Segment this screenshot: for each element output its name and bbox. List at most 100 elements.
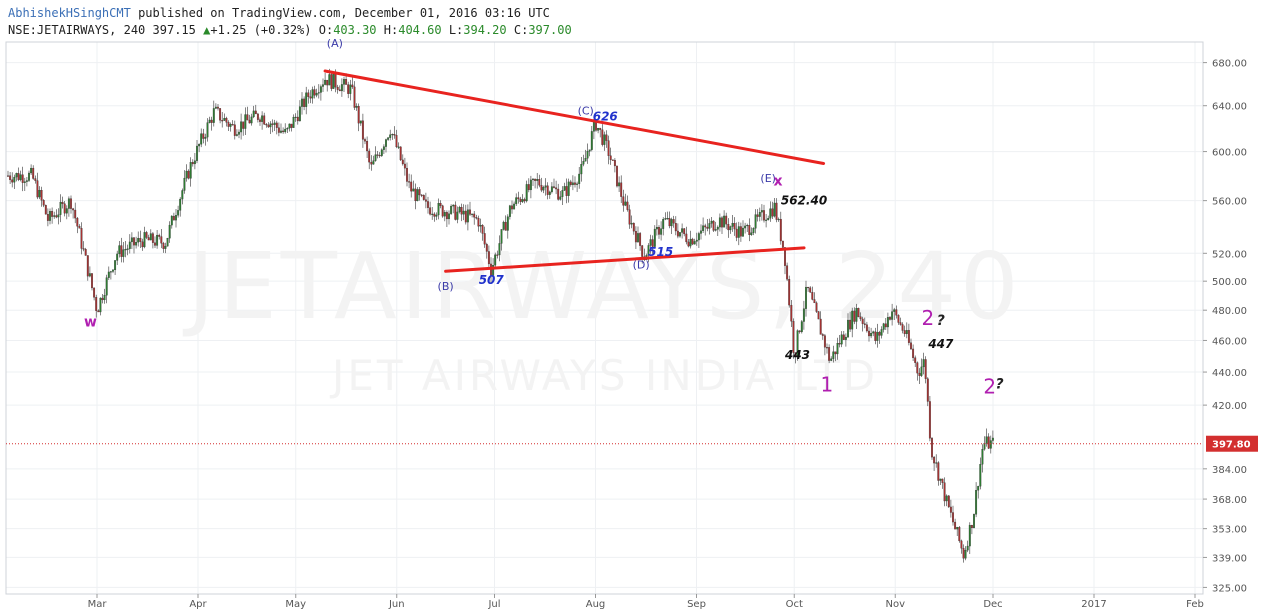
candle-body[interactable] — [172, 215, 175, 221]
candle-body[interactable] — [298, 106, 301, 122]
candle-body[interactable] — [683, 228, 686, 235]
candle-body[interactable] — [317, 92, 320, 94]
candle-body[interactable] — [641, 245, 644, 257]
candle-body[interactable] — [397, 146, 400, 148]
candle-body[interactable] — [107, 271, 110, 278]
candle-body[interactable] — [462, 210, 465, 215]
candle-body[interactable] — [834, 351, 837, 355]
candle-body[interactable] — [309, 96, 312, 99]
candle-body[interactable] — [254, 110, 257, 115]
candle-body[interactable] — [114, 260, 117, 271]
candle-body[interactable] — [273, 122, 276, 125]
candle-body[interactable] — [338, 89, 341, 92]
candle-body[interactable] — [361, 120, 364, 140]
candle-body[interactable] — [450, 205, 453, 214]
candle-body[interactable] — [576, 183, 579, 185]
candle-body[interactable] — [420, 194, 423, 196]
candle-body[interactable] — [905, 330, 908, 335]
candle-body[interactable] — [206, 122, 209, 138]
candle-body[interactable] — [284, 128, 287, 133]
candle-body[interactable] — [32, 167, 35, 179]
candle-body[interactable] — [74, 209, 77, 219]
candle-body[interactable] — [210, 119, 213, 123]
candle-body[interactable] — [57, 214, 60, 218]
candle-body[interactable] — [485, 244, 488, 252]
candle-body[interactable] — [897, 315, 900, 323]
candle-body[interactable] — [742, 227, 744, 237]
candle-body[interactable] — [840, 334, 843, 345]
candle-body[interactable] — [536, 179, 539, 181]
candle-body[interactable] — [546, 185, 549, 195]
candle-body[interactable] — [632, 222, 635, 232]
candle-body[interactable] — [706, 226, 709, 229]
candle-body[interactable] — [473, 213, 476, 218]
candle-body[interactable] — [660, 228, 663, 235]
candle-body[interactable] — [162, 243, 165, 249]
candle-body[interactable] — [607, 140, 610, 156]
candle-body[interactable] — [95, 297, 98, 311]
candle-body[interactable] — [424, 199, 427, 202]
candle-body[interactable] — [359, 120, 362, 124]
candle-body[interactable] — [786, 265, 789, 280]
candle-body[interactable] — [559, 196, 562, 200]
candle-body[interactable] — [242, 121, 245, 129]
candle-body[interactable] — [51, 211, 54, 217]
candle-body[interactable] — [7, 175, 9, 177]
candle-body[interactable] — [563, 186, 566, 191]
candle-body[interactable] — [406, 167, 408, 182]
candle-body[interactable] — [261, 115, 264, 122]
candle-body[interactable] — [238, 131, 240, 135]
candle-body[interactable] — [674, 223, 677, 232]
candle-body[interactable] — [212, 108, 215, 123]
candle-body[interactable] — [250, 116, 253, 124]
candle-body[interactable] — [691, 238, 694, 245]
candle-body[interactable] — [147, 237, 150, 241]
candle-body[interactable] — [655, 227, 658, 230]
candle-body[interactable] — [943, 482, 946, 502]
candle-body[interactable] — [44, 205, 47, 215]
candle-body[interactable] — [914, 357, 917, 363]
candle-body[interactable] — [427, 201, 429, 208]
candle-body[interactable] — [712, 220, 715, 231]
candle-body[interactable] — [288, 123, 291, 129]
candle-body[interactable] — [292, 116, 295, 128]
candle-body[interactable] — [364, 139, 366, 142]
candle-body[interactable] — [970, 524, 973, 529]
candle-body[interactable] — [653, 228, 656, 247]
candle-body[interactable] — [30, 167, 33, 174]
candle-body[interactable] — [477, 218, 480, 227]
candle-body[interactable] — [187, 170, 190, 179]
candle-body[interactable] — [555, 187, 558, 190]
candle-body[interactable] — [968, 524, 971, 547]
candle-body[interactable] — [964, 549, 967, 559]
candle-body[interactable] — [164, 245, 167, 249]
candle-body[interactable] — [521, 199, 524, 202]
candle-body[interactable] — [78, 226, 81, 229]
candle-body[interactable] — [672, 219, 675, 224]
candle-body[interactable] — [380, 149, 383, 156]
candle-body[interactable] — [223, 117, 226, 121]
candle-body[interactable] — [307, 92, 310, 97]
candle-body[interactable] — [471, 213, 474, 215]
candle-body[interactable] — [582, 161, 585, 165]
price-axis[interactable]: 325.00 339.00 353.00 368.00 384.00 420.00 440.… — [1203, 59, 1258, 595]
candle-body[interactable] — [590, 131, 593, 150]
candle-body[interactable] — [981, 449, 984, 465]
candle-body[interactable] — [918, 372, 921, 376]
candle-body[interactable] — [456, 211, 459, 220]
candle-body[interactable] — [97, 310, 100, 313]
candle-body[interactable] — [231, 124, 234, 126]
candle-body[interactable] — [322, 84, 324, 87]
candle-body[interactable] — [725, 215, 728, 225]
candle-body[interactable] — [179, 198, 182, 211]
candle-body[interactable] — [807, 286, 810, 289]
candle-body[interactable] — [960, 540, 963, 549]
candle-body[interactable] — [849, 319, 852, 330]
candle-body[interactable] — [221, 120, 224, 122]
candle-body[interactable] — [36, 180, 39, 198]
candle-body[interactable] — [844, 336, 847, 340]
candle-body[interactable] — [118, 245, 121, 255]
candle-body[interactable] — [616, 165, 618, 187]
candle-body[interactable] — [842, 334, 845, 340]
candle-body[interactable] — [987, 436, 990, 449]
